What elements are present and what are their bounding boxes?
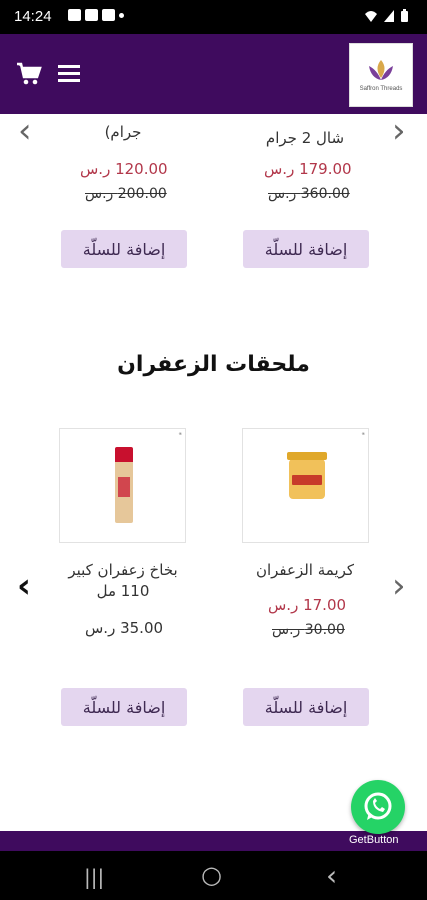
signal-icon <box>384 10 394 22</box>
product-price: 17.00 ر.س <box>268 596 347 614</box>
wifi-icon <box>365 11 377 22</box>
carousel-next-arrow[interactable]: › <box>392 114 406 148</box>
message-icon <box>102 9 115 21</box>
product-image[interactable]: ❀ <box>59 428 186 543</box>
image-icon <box>68 9 81 21</box>
image-brand-tag: ❀ <box>178 431 182 436</box>
carousel-prev-arrow[interactable]: ‹ <box>17 569 31 603</box>
system-icons <box>364 9 409 23</box>
home-icon[interactable]: ○ <box>201 861 222 889</box>
product-image[interactable]: ❀ <box>242 428 369 543</box>
more-dot-icon <box>119 13 124 18</box>
product-old-price: 30.00 ر.س <box>272 622 345 638</box>
product-name[interactable]: كريمة الزعفران <box>230 560 380 581</box>
product-price: 179.00 ر.س <box>264 160 352 178</box>
cart-icon <box>17 62 42 85</box>
carousel-next-arrow[interactable]: › <box>392 569 406 603</box>
recent-apps-icon[interactable]: ||| <box>84 865 104 889</box>
whatsapp-button[interactable] <box>351 780 405 834</box>
product-name[interactable]: جرام) <box>48 122 198 143</box>
mail-icon <box>85 9 98 21</box>
menu-button[interactable] <box>58 65 80 83</box>
store-logo[interactable]: Saffron Threads <box>349 43 413 107</box>
image-brand-tag: ❀ <box>361 431 365 436</box>
product-name[interactable]: شال 2 جرام <box>230 128 380 149</box>
product-price: 35.00 ر.س <box>85 619 164 637</box>
section-title: ملحقات الزعفران <box>117 352 310 377</box>
logo-text: Saffron Threads <box>359 86 403 92</box>
add-to-cart-button[interactable]: إضافة للسلّة <box>61 688 187 726</box>
product-content: › ‹ شال 2 جرام جرام) 179.00 ر.س 360.00 ر… <box>0 114 427 831</box>
whatsapp-icon <box>364 792 392 820</box>
product-price: 120.00 ر.س <box>80 160 168 178</box>
hamburger-icon-line <box>58 79 80 82</box>
add-to-cart-button[interactable]: إضافة للسلّة <box>243 230 369 268</box>
product-name-line2[interactable]: 110 مل <box>48 581 198 602</box>
hamburger-icon-line <box>58 72 80 75</box>
app-header: Saffron Threads <box>0 34 427 114</box>
product-name[interactable]: بخاخ زعفران كبير <box>48 560 198 581</box>
carousel-prev-arrow[interactable]: ‹ <box>18 114 32 148</box>
spray-bottle-image <box>115 447 133 523</box>
cart-button[interactable] <box>16 62 42 86</box>
add-to-cart-button[interactable]: إضافة للسلّة <box>61 230 187 268</box>
cream-jar-image <box>287 452 327 499</box>
notification-icons <box>68 9 124 21</box>
hamburger-icon-line <box>58 65 80 68</box>
back-icon[interactable]: ‹ <box>326 859 337 892</box>
product-old-price: 360.00 ر.س <box>268 186 350 202</box>
add-to-cart-button[interactable]: إضافة للسلّة <box>243 688 369 726</box>
system-nav-bar: ||| ○ ‹ <box>0 851 427 900</box>
status-bar: 14:24 <box>0 0 427 34</box>
status-time: 14:24 <box>14 8 52 25</box>
battery-icon <box>401 9 408 22</box>
saffron-flower-icon <box>369 60 393 80</box>
getbutton-label[interactable]: GetButton <box>349 834 399 846</box>
product-old-price: 200.00 ر.س <box>85 186 167 202</box>
